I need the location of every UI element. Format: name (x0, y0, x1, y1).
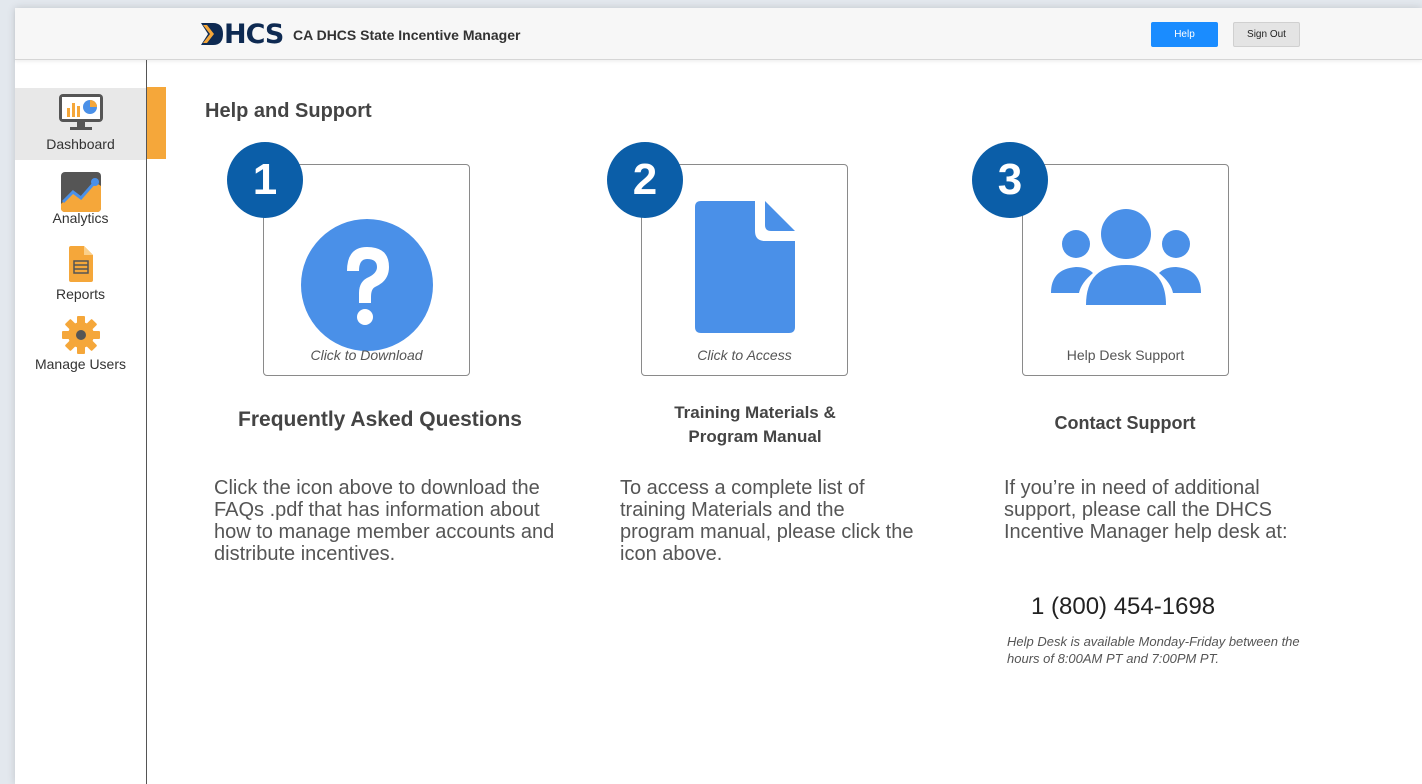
step-badge-3: 3 (972, 142, 1048, 218)
step-badge-2: 2 (607, 142, 683, 218)
contact-description: If you’re in need of additional support,… (1004, 477, 1288, 543)
card-caption: Click to Download (310, 347, 423, 363)
gear-icon (61, 316, 100, 354)
faq-description: Click the icon above to download the FAQ… (214, 477, 555, 565)
sidebar: Dashboard Analytics Reports Manage Users (15, 60, 147, 784)
help-desk-hours: Help Desk is available Monday-Friday bet… (1007, 634, 1300, 666)
contact-title: Contact Support (1054, 413, 1196, 433)
logo-mark-icon (201, 23, 223, 45)
sidebar-item-dashboard[interactable]: Dashboard (15, 88, 146, 160)
card-caption: Help Desk Support (1066, 347, 1185, 363)
sidebar-item-label: Dashboard (46, 136, 115, 152)
sidebar-item-analytics[interactable]: Analytics (15, 170, 146, 234)
help-button[interactable]: Help (1151, 22, 1218, 47)
logo-text: HCS (224, 18, 284, 50)
help-desk-phone[interactable]: 1 (800) 454-1698 (1031, 593, 1215, 621)
sign-out-button[interactable]: Sign Out (1233, 22, 1300, 47)
top-header: HCS CA DHCS State Incentive Manager Help… (15, 8, 1422, 60)
dhcs-logo[interactable]: HCS (201, 18, 284, 50)
app-title: CA DHCS State Incentive Manager (293, 27, 521, 43)
app-window: HCS CA DHCS State Incentive Manager Help… (15, 8, 1422, 784)
training-title-line-2: Program Manual (688, 427, 822, 446)
analytics-chart-icon (60, 172, 101, 212)
reports-document-icon (68, 246, 93, 282)
card-caption: Click to Access (697, 347, 792, 363)
dashboard-monitor-icon (58, 94, 103, 130)
step-badge-1: 1 (227, 142, 303, 218)
training-title: Training Materials & Program Manual (595, 401, 915, 449)
sidebar-item-reports[interactable]: Reports (15, 246, 146, 306)
page-title: Help and Support (205, 100, 372, 122)
sidebar-item-label: Reports (55, 286, 106, 302)
sidebar-item-label: Analytics (52, 210, 109, 226)
active-indicator (147, 87, 166, 159)
sidebar-item-label: Manage Users (34, 356, 127, 372)
help-desk-card[interactable]: Help Desk Support (1022, 164, 1229, 376)
faq-title: Frequently Asked Questions (238, 408, 522, 431)
sidebar-item-manage-users[interactable]: Manage Users (15, 316, 146, 380)
training-description: To access a complete list of training Ma… (620, 477, 914, 565)
users-group-icon (1051, 209, 1201, 305)
document-icon (695, 201, 795, 333)
training-title-line-1: Training Materials & (674, 403, 836, 422)
question-circle-icon (301, 219, 433, 351)
